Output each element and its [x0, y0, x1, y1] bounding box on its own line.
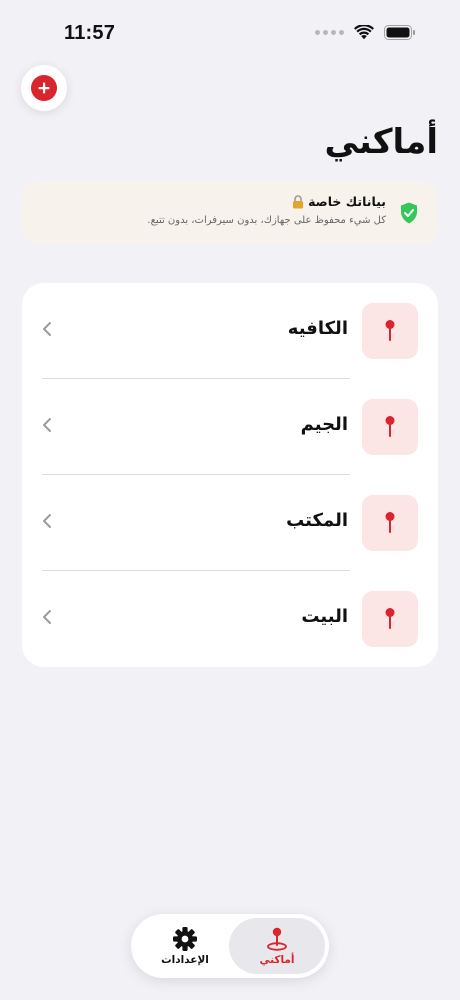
plus-icon: [31, 75, 57, 101]
places-list: الكافيه الجيم المكتب البيت: [22, 283, 438, 667]
place-row-cafe[interactable]: الكافيه: [22, 283, 438, 379]
app-screen: 11:57 أماكني بياناتك خاصة كل شيء محفوظ ع…: [0, 0, 460, 1000]
privacy-title-row: بياناتك خاصة: [147, 194, 386, 209]
battery-icon: [384, 25, 415, 40]
wifi-icon: [354, 25, 374, 40]
pin-icon: [362, 303, 418, 359]
pin-icon: [362, 591, 418, 647]
place-label: الجيم: [300, 414, 348, 435]
place-label: البيت: [301, 606, 348, 627]
privacy-banner: بياناتك خاصة كل شيء محفوظ على جهازك، بدو…: [22, 182, 438, 244]
cellular-icon: [315, 30, 344, 35]
chevron-left-icon: [43, 322, 51, 336]
location-pin-icon: [267, 927, 287, 951]
place-label: الكافيه: [287, 318, 348, 339]
shield-check-icon: [401, 202, 417, 224]
privacy-title: بياناتك خاصة: [308, 194, 386, 209]
tab-settings-label: الإعدادات: [161, 954, 209, 966]
gear-icon: [173, 927, 197, 951]
chevron-left-icon: [43, 610, 51, 624]
tab-bar: أماكني الإعدادات: [131, 914, 329, 978]
place-row-gym[interactable]: الجيم: [22, 379, 438, 475]
lock-icon: [293, 194, 304, 208]
place-label: المكتب: [286, 510, 348, 531]
tab-places-label: أماكني: [259, 954, 295, 966]
tab-places[interactable]: أماكني: [229, 918, 325, 974]
tab-settings[interactable]: الإعدادات: [137, 918, 233, 974]
pin-icon: [362, 399, 418, 455]
place-row-home[interactable]: البيت: [22, 571, 438, 667]
chevron-left-icon: [43, 514, 51, 528]
page-title: أماكني: [324, 122, 438, 162]
privacy-text: بياناتك خاصة كل شيء محفوظ على جهازك، بدو…: [147, 194, 386, 226]
privacy-subtitle: كل شيء محفوظ على جهازك، بدون سيرفرات، بد…: [147, 215, 386, 226]
pin-icon: [362, 495, 418, 551]
chevron-left-icon: [43, 418, 51, 432]
status-icons: [315, 25, 416, 40]
place-row-office[interactable]: المكتب: [22, 475, 438, 571]
add-place-button[interactable]: [21, 65, 67, 111]
status-time: 11:57: [64, 22, 116, 44]
